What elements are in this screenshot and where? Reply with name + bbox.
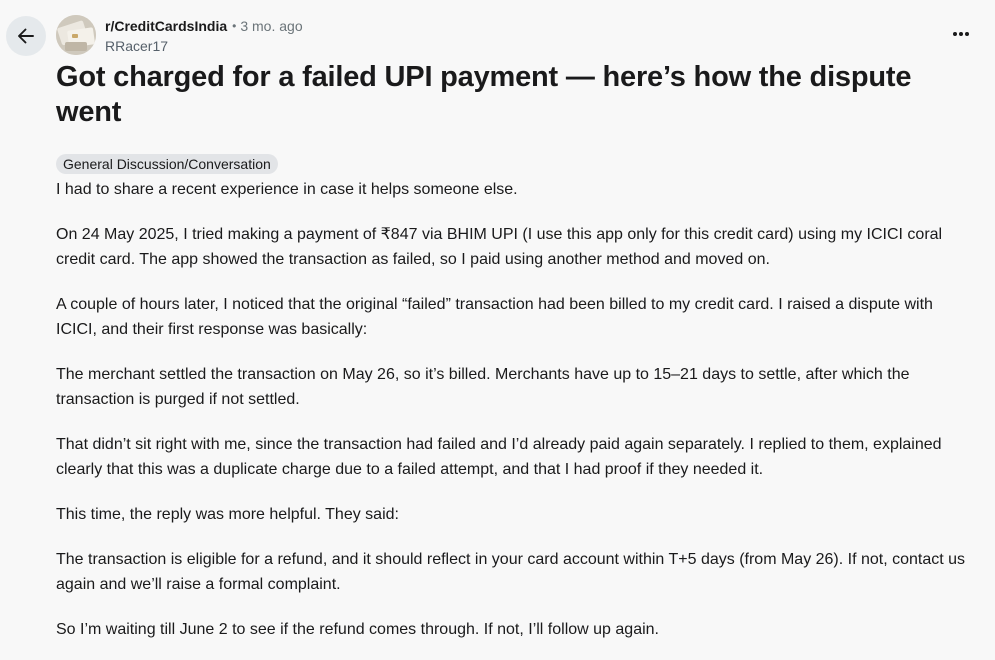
post-paragraph: The transaction is eligible for a refund…: [56, 551, 966, 593]
back-button[interactable]: [6, 16, 46, 56]
post-paragraph: On 24 May 2025, I tried making a payment…: [56, 226, 943, 268]
post-flair[interactable]: General Discussion/Conversation: [56, 154, 278, 174]
more-horizontal-icon: [953, 32, 969, 36]
post-paragraph: That didn’t sit right with me, since the…: [56, 436, 942, 478]
post-page: r/CreditCardsIndia • 3 mo. ago RRacer17 …: [0, 0, 995, 660]
post-timestamp: 3 mo. ago: [240, 18, 303, 34]
post-paragraph: So I’m waiting till June 2 to see if the…: [56, 621, 659, 638]
meta-separator: •: [232, 19, 237, 33]
subreddit-avatar[interactable]: [56, 15, 96, 55]
post-paragraph: The merchant settled the transaction on …: [56, 366, 910, 408]
arrow-left-icon: [18, 28, 34, 44]
post-meta: r/CreditCardsIndia • 3 mo. ago RRacer17: [105, 16, 303, 56]
post-title: Got charged for a failed UPI payment — h…: [56, 61, 912, 128]
author-link[interactable]: RRacer17: [105, 36, 303, 56]
subreddit-link[interactable]: r/CreditCardsIndia: [105, 16, 227, 36]
post-paragraph: I had to share a recent experience in ca…: [56, 181, 518, 198]
more-options-button[interactable]: [949, 24, 973, 44]
credit-card-avatar-image: [56, 15, 96, 55]
post-body: I had to share a recent experience in ca…: [56, 177, 976, 642]
post-paragraph: A couple of hours later, I noticed that …: [56, 296, 933, 338]
post-paragraph: This time, the reply was more helpful. T…: [56, 506, 399, 523]
post-meta-line: r/CreditCardsIndia • 3 mo. ago: [105, 16, 303, 36]
